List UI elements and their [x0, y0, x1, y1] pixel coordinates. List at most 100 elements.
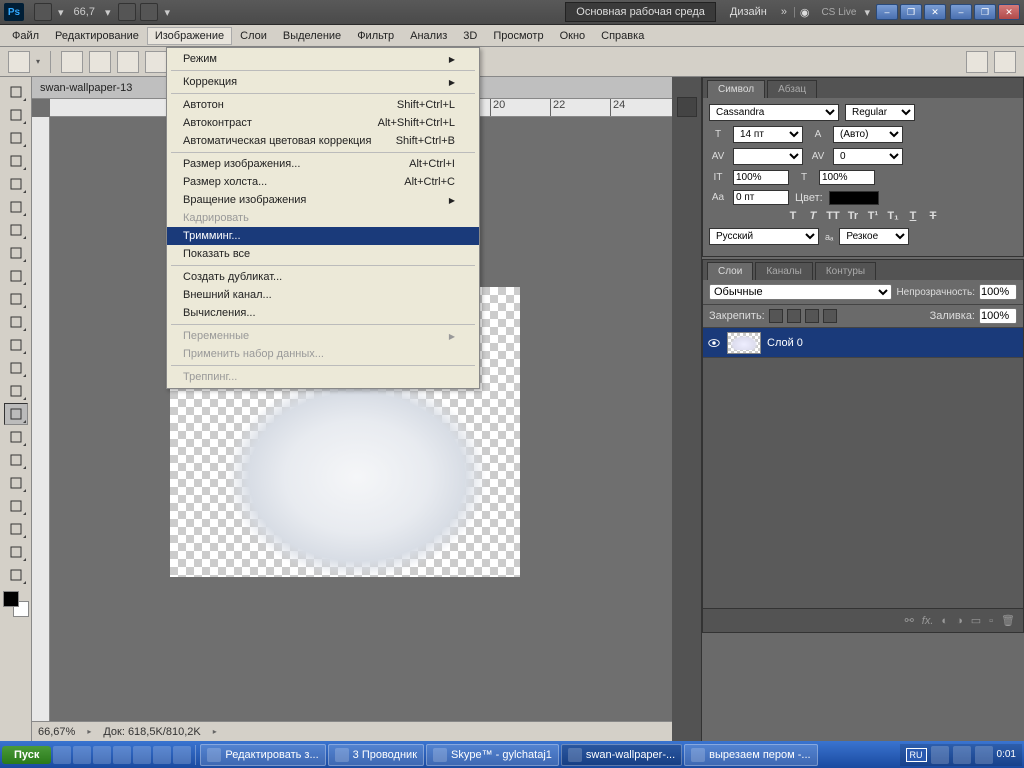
close-inner-button[interactable]: ✕ — [924, 4, 946, 20]
lock-transparent-icon[interactable] — [769, 309, 783, 323]
clock[interactable]: 0:01 — [997, 749, 1016, 760]
menu-item[interactable]: АвтоконтрастAlt+Shift+Ctrl+L — [167, 114, 479, 132]
tab-channels[interactable]: Каналы — [755, 262, 813, 280]
fill-input[interactable] — [979, 308, 1017, 324]
new-layer-icon[interactable]: ▫ — [989, 615, 993, 627]
allcaps-button[interactable]: TT — [826, 210, 840, 222]
link-icon[interactable]: ⚯ — [905, 614, 914, 627]
lasso-tool[interactable] — [4, 127, 28, 149]
menu-item[interactable]: Коррекция▶ — [167, 73, 479, 91]
minimize-button[interactable]: – — [950, 4, 972, 20]
menu-просмотр[interactable]: Просмотр — [485, 27, 551, 45]
lock-pixels-icon[interactable] — [787, 309, 801, 323]
font-family-select[interactable]: Cassandra — [709, 104, 839, 121]
collapsed-panel-icon[interactable] — [677, 97, 697, 117]
menu-item[interactable]: Вычисления... — [167, 304, 479, 322]
quicklaunch-icon[interactable] — [133, 746, 151, 764]
quicklaunch-icon[interactable] — [73, 746, 91, 764]
tab-paths[interactable]: Контуры — [815, 262, 876, 280]
pen-tool[interactable] — [4, 403, 28, 425]
leading-select[interactable]: (Авто) — [833, 126, 903, 143]
menu-справка[interactable]: Справка — [593, 27, 652, 45]
tab-character[interactable]: Символ — [707, 80, 765, 98]
menu-item[interactable]: Размер изображения...Alt+Ctrl+I — [167, 155, 479, 173]
eyedropper-tool[interactable] — [4, 196, 28, 218]
path-op1-icon[interactable] — [966, 51, 988, 73]
mask-icon[interactable]: ◐ — [941, 615, 948, 627]
lock-all-icon[interactable] — [823, 309, 837, 323]
menu-файл[interactable]: Файл — [4, 27, 47, 45]
text-color-swatch[interactable] — [829, 191, 879, 205]
menu-item[interactable]: Внешний канал... — [167, 286, 479, 304]
quicklaunch-icon[interactable] — [53, 746, 71, 764]
tray-icon[interactable] — [953, 746, 971, 764]
menu-item[interactable]: Режим▶ — [167, 50, 479, 68]
zoom-tool[interactable] — [4, 564, 28, 586]
taskbar-task[interactable]: Skype™ - gylchataj1 — [426, 744, 559, 766]
workspace-design-button[interactable]: Дизайн — [722, 3, 775, 21]
minimize-inner-button[interactable]: – — [876, 4, 898, 20]
layer-thumbnail[interactable] — [727, 332, 761, 354]
tray-icon[interactable] — [975, 746, 993, 764]
taskbar-task[interactable]: вырезаем пером -... — [684, 744, 817, 766]
blur-tool[interactable] — [4, 357, 28, 379]
blend-mode-select[interactable]: Обычные — [709, 284, 892, 300]
lock-position-icon[interactable] — [805, 309, 819, 323]
start-button[interactable]: Пуск — [2, 746, 51, 764]
gradient-tool[interactable] — [4, 334, 28, 356]
hscale-input[interactable] — [819, 170, 875, 185]
opacity-input[interactable] — [979, 284, 1017, 300]
strike-button[interactable]: T — [926, 210, 940, 222]
maximize-button[interactable]: ❐ — [974, 4, 996, 20]
menu-item[interactable]: Показать все — [167, 245, 479, 263]
brush-tool[interactable] — [4, 242, 28, 264]
menu-фильтр[interactable]: Фильтр — [349, 27, 402, 45]
superscript-button[interactable]: T¹ — [866, 210, 880, 222]
tab-paragraph[interactable]: Абзац — [767, 80, 817, 98]
menu-анализ[interactable]: Анализ — [402, 27, 455, 45]
status-docsize[interactable]: Док: 618,5K/810,2K — [103, 726, 200, 738]
trash-icon[interactable]: 🗑 — [1001, 614, 1015, 627]
stamp-tool[interactable] — [4, 265, 28, 287]
tab-layers[interactable]: Слои — [707, 262, 753, 280]
folder-icon[interactable]: ▭ — [971, 614, 981, 627]
antialias-select[interactable]: Резкое — [839, 228, 909, 245]
quicklaunch-icon[interactable] — [173, 746, 191, 764]
fx-icon[interactable]: fx. — [922, 615, 934, 627]
tray-icon[interactable] — [931, 746, 949, 764]
quicklaunch-icon[interactable] — [93, 746, 111, 764]
smallcaps-button[interactable]: Tr — [846, 210, 860, 222]
menu-item[interactable]: АвтотонShift+Ctrl+L — [167, 96, 479, 114]
language-indicator[interactable]: RU — [906, 748, 927, 762]
arrange-icon[interactable] — [118, 3, 136, 21]
workspace-essentials-button[interactable]: Основная рабочая среда — [565, 2, 716, 22]
shape-mode-icon[interactable] — [89, 51, 111, 73]
layer-row[interactable]: Слой 0 — [703, 328, 1023, 358]
tool-preset-icon[interactable] — [8, 51, 30, 73]
healing-tool[interactable] — [4, 219, 28, 241]
subscript-button[interactable]: T₁ — [886, 210, 900, 222]
path-op2-icon[interactable] — [994, 51, 1016, 73]
crop-tool[interactable] — [4, 173, 28, 195]
layer-name[interactable]: Слой 0 — [767, 337, 803, 349]
launch-bridge-icon[interactable] — [34, 3, 52, 21]
cslive-button[interactable]: CS Live — [821, 7, 856, 18]
3d-rotate-tool[interactable] — [4, 518, 28, 540]
taskbar-task[interactable]: Редактировать з... — [200, 744, 325, 766]
menu-item[interactable]: Размер холста...Alt+Ctrl+C — [167, 173, 479, 191]
menu-выделение[interactable]: Выделение — [275, 27, 349, 45]
menu-слои[interactable]: Слои — [232, 27, 275, 45]
quicklaunch-icon[interactable] — [153, 746, 171, 764]
menu-item[interactable]: Автоматическая цветовая коррекцияShift+C… — [167, 132, 479, 150]
restore-inner-button[interactable]: ❐ — [900, 4, 922, 20]
underline-button[interactable]: T — [906, 210, 920, 222]
3d-orbit-tool[interactable] — [4, 541, 28, 563]
visibility-icon[interactable] — [707, 336, 721, 350]
rectangle-tool[interactable] — [4, 472, 28, 494]
bold-button[interactable]: T — [786, 210, 800, 222]
baseline-input[interactable] — [733, 190, 789, 205]
wand-tool[interactable] — [4, 150, 28, 172]
menu-item[interactable]: Создать дубликат... — [167, 268, 479, 286]
menu-item[interactable]: Тримминг... — [167, 227, 479, 245]
menu-окно[interactable]: Окно — [552, 27, 594, 45]
